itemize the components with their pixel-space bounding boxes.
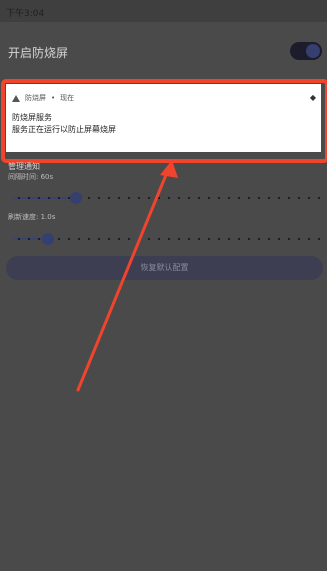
annotation-arrow (76, 160, 178, 392)
arrow-line (76, 168, 170, 392)
arrow-head (160, 160, 178, 178)
